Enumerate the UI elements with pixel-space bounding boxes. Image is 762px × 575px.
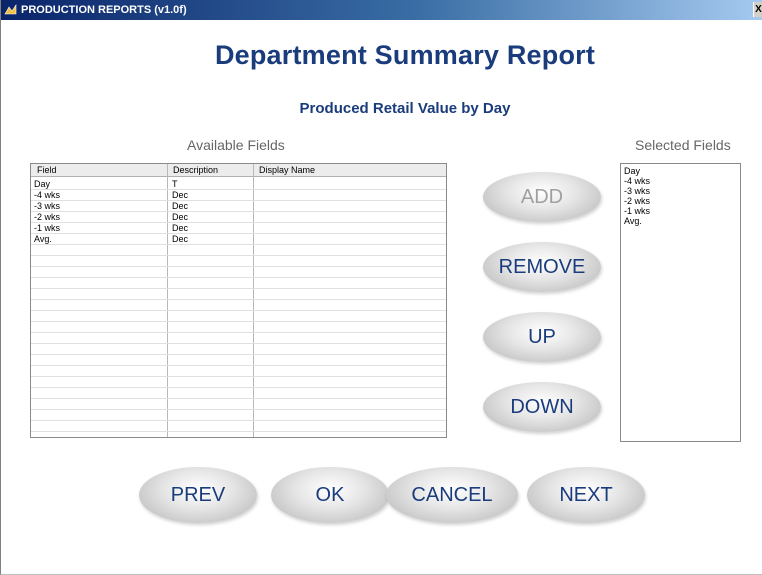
window-title: PRODUCTION REPORTS (v1.0f) [21,4,187,16]
grid-row-divider [31,376,446,377]
app-icon [4,4,17,15]
list-item[interactable]: -1 wks [624,206,737,216]
close-button[interactable]: X [753,2,762,17]
grid-row-divider [31,266,446,267]
ok-button[interactable]: OK [271,467,389,523]
grid-row-divider [31,431,446,432]
cell-field: -1 wks [34,223,61,233]
cell-field: -3 wks [34,201,61,211]
grid-row-divider [31,398,446,399]
grid-row-divider [31,200,446,201]
grid-row-divider [31,354,446,355]
cell-description: Dec [172,190,189,200]
grid-header: Field Description Display Name [31,164,446,177]
title-bar: PRODUCTION REPORTS (v1.0f) X [1,0,762,20]
list-item[interactable]: Day [624,166,737,176]
grid-row-divider [31,420,446,421]
add-button[interactable]: ADD [483,172,601,222]
cell-field: Avg. [34,234,52,244]
cell-field: -4 wks [34,190,61,200]
grid-row-divider [31,244,446,245]
remove-button[interactable]: REMOVE [483,242,601,292]
grid-row-divider [31,387,446,388]
list-item[interactable]: -4 wks [624,176,737,186]
grid-row-divider [31,409,446,410]
cell-description: Dec [172,201,189,211]
report-title: Department Summary Report [214,40,596,70]
grid-row-divider [31,211,446,212]
grid-row-divider [31,255,446,256]
column-header-field[interactable]: Field [37,165,57,175]
grid-row-divider [31,233,446,234]
cell-description: Dec [172,234,189,244]
grid-row-divider [31,299,446,300]
list-item[interactable]: -3 wks [624,186,737,196]
column-header-description[interactable]: Description [173,165,218,175]
cell-description: Dec [172,223,189,233]
list-item[interactable]: Avg. [624,216,737,226]
next-button[interactable]: NEXT [527,467,645,523]
grid-column-divider [253,164,254,437]
available-fields-grid[interactable]: Field Description Display Name Day T -4 … [30,163,447,438]
grid-row-divider [31,365,446,366]
grid-column-divider [167,164,168,437]
up-button[interactable]: UP [483,312,601,362]
grid-row-divider [31,310,446,311]
available-fields-label: Available Fields [187,137,285,153]
selected-fields-label: Selected Fields [635,137,731,153]
cell-description: Dec [172,212,189,222]
grid-row-divider [31,288,446,289]
report-subtitle: Produced Retail Value by Day [299,100,511,117]
grid-row-divider [31,332,446,333]
grid-row-divider [31,222,446,223]
down-button[interactable]: DOWN [483,382,601,432]
cell-description: T [172,179,178,189]
selected-fields-list[interactable]: Day -4 wks -3 wks -2 wks -1 wks Avg. [620,163,741,442]
grid-row-divider [31,277,446,278]
cell-field: -2 wks [34,212,61,222]
grid-row-divider [31,343,446,344]
column-header-display-name[interactable]: Display Name [259,165,315,175]
cell-field: Day [34,179,51,189]
grid-row-divider [31,321,446,322]
list-item[interactable]: -2 wks [624,196,737,206]
report-window: PRODUCTION REPORTS (v1.0f) X Department … [0,0,762,575]
cancel-button[interactable]: CANCEL [386,467,518,523]
prev-button[interactable]: PREV [139,467,257,523]
grid-row-divider [31,189,446,190]
